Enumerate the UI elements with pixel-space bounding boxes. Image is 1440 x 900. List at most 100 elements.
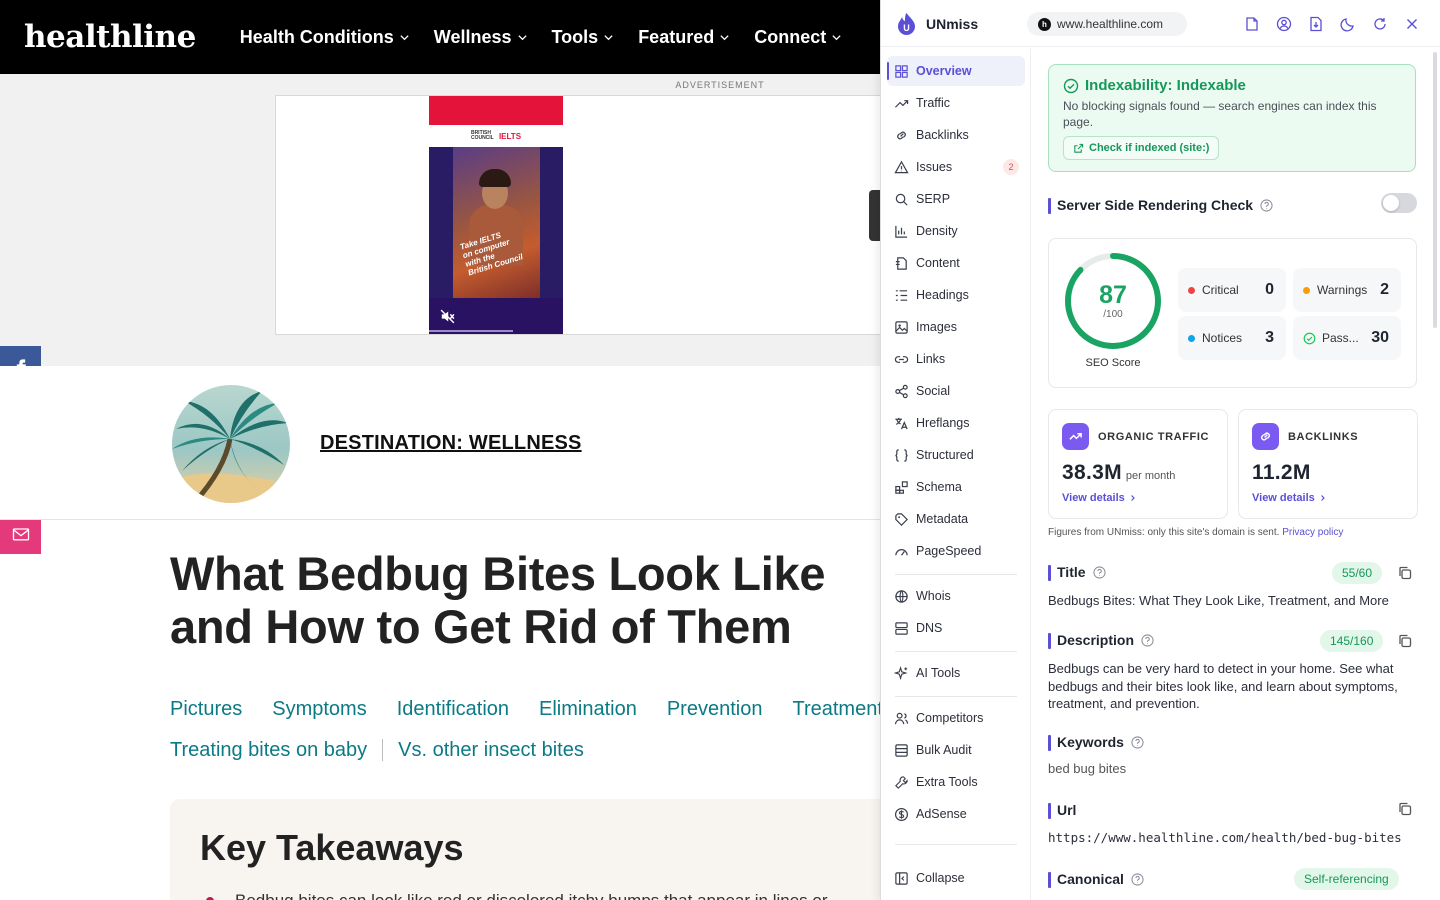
sidebar-item-whois[interactable]: Whois (887, 581, 1025, 611)
stat-critical[interactable]: Critical 0 (1178, 268, 1286, 312)
nav-health-conditions[interactable]: Health Conditions (240, 27, 410, 48)
help-icon[interactable] (1092, 565, 1106, 579)
title-length-badge: 55/60 (1332, 562, 1383, 584)
destination-image[interactable] (172, 385, 290, 503)
details-link-label: View details (1252, 492, 1315, 504)
ad-red-strip (429, 96, 563, 125)
trend-up-icon (1069, 432, 1082, 440)
organic-traffic-details-link[interactable]: View details (1062, 492, 1137, 504)
panel-scrollbar[interactable] (1433, 52, 1437, 328)
sidebar-item-adsense[interactable]: AdSense (887, 799, 1025, 829)
header-actions (1243, 15, 1421, 33)
dark-mode-button[interactable] (1339, 15, 1357, 33)
indexability-status: Indexability: Indexable (1063, 77, 1246, 94)
sidebar-label: AdSense (916, 807, 967, 821)
sidebar-item-competitors[interactable]: Competitors (887, 703, 1025, 733)
unmiss-logo-icon: U (898, 13, 915, 35)
dollar-icon (894, 807, 909, 821)
collapse-icon (895, 871, 908, 885)
toc-link-other-insect-bites[interactable]: Vs. other insect bites (398, 739, 584, 762)
sidebar-item-links[interactable]: Links (887, 344, 1025, 374)
grid-icon (895, 64, 908, 78)
nav-tools[interactable]: Tools (552, 27, 615, 48)
check-indexed-button[interactable]: Check if indexed (site:) (1063, 136, 1220, 160)
toc-link-elimination[interactable]: Elimination (539, 698, 637, 721)
sidebar-label: Competitors (916, 711, 984, 725)
file-download-icon (1310, 16, 1322, 32)
sidebar-item-schema[interactable]: Schema (887, 472, 1025, 502)
sidebar-item-headings[interactable]: Headings (887, 280, 1025, 310)
ad-container (275, 95, 880, 335)
site-logo[interactable]: healthline (24, 19, 196, 55)
sidebar-item-traffic[interactable]: Traffic (887, 88, 1025, 118)
toc-link-treatment[interactable]: Treatment (792, 698, 880, 721)
sidebar-item-serp[interactable]: SERP (887, 184, 1025, 214)
sidebar-item-metadata[interactable]: Metadata (887, 504, 1025, 534)
toc-link-treating-bites-on-baby[interactable]: Treating bites on baby (170, 739, 367, 762)
sidebar-item-structured[interactable]: Structured (887, 440, 1025, 470)
sidebar-label: Metadata (916, 512, 969, 526)
destination-link[interactable]: DESTINATION: WELLNESS (320, 432, 582, 455)
backlinks-details-link[interactable]: View details (1252, 492, 1327, 504)
warnings-dot (1303, 286, 1310, 294)
toc-link-identification[interactable]: Identification (397, 698, 509, 721)
sidebar-item-ai-tools[interactable]: AI Tools (887, 658, 1025, 688)
toc-row: Treating bites on baby Vs. other insect … (170, 737, 880, 763)
backlinks-value: 11.2M (1252, 461, 1311, 484)
refresh-button[interactable] (1371, 15, 1389, 33)
toc-link-symptoms[interactable]: Symptoms (272, 698, 366, 721)
sidebar-item-social[interactable]: Social (887, 376, 1025, 406)
sidebar-item-issues[interactable]: Issues 2 (887, 152, 1025, 182)
sidebar-item-backlinks[interactable]: Backlinks (887, 120, 1025, 150)
organic-traffic-value: 38.3M per month (1062, 461, 1175, 485)
ssr-toggle[interactable] (1381, 193, 1417, 213)
ad-side-tab[interactable] (869, 190, 880, 241)
toc-link-pictures[interactable]: Pictures (170, 698, 242, 721)
warning-icon (894, 160, 909, 173)
help-icon[interactable] (1131, 872, 1144, 886)
sidebar-item-hreflangs[interactable]: Hreflangs (887, 408, 1025, 438)
stat-notices[interactable]: Notices 3 (1178, 316, 1286, 360)
key-takeaways: Key Takeaways Bedbug bites can look like… (170, 799, 880, 900)
privacy-policy-link[interactable]: Privacy policy (1282, 527, 1343, 538)
account-button[interactable] (1275, 15, 1293, 33)
toc-link-prevention[interactable]: Prevention (667, 698, 763, 721)
sidebar-item-density[interactable]: Density (887, 216, 1025, 246)
sidebar-label: Schema (916, 480, 962, 494)
sidebar-item-dns[interactable]: DNS (887, 613, 1025, 643)
help-icon[interactable] (1141, 633, 1154, 647)
seo-score-label: SEO Score (1085, 357, 1141, 369)
ad-brand: BRITISH COUNCIL IELTS (429, 125, 563, 147)
ad-creative[interactable]: BRITISH COUNCIL IELTS Take IELTS on comp… (429, 96, 563, 334)
key-takeaways-title: Key Takeaways (200, 827, 464, 868)
sidebar-item-images[interactable]: Images (887, 312, 1025, 342)
help-icon[interactable] (1131, 735, 1144, 749)
sidebar-item-content[interactable]: Content (887, 248, 1025, 278)
close-button[interactable] (1403, 15, 1421, 33)
help-icon[interactable] (1260, 198, 1273, 212)
sidebar-item-pagespeed[interactable]: PageSpeed (887, 536, 1025, 566)
globe-icon (895, 589, 908, 603)
collapse-sidebar-button[interactable]: Collapse (887, 863, 1025, 893)
sidebar-label: Social (916, 384, 951, 398)
nav-featured[interactable]: Featured (638, 27, 730, 48)
copy-icon[interactable] (1397, 633, 1413, 649)
sidebar-item-overview[interactable]: Overview (887, 56, 1025, 86)
stat-passed[interactable]: Pass... 30 (1293, 316, 1401, 360)
copy-icon[interactable] (1397, 801, 1413, 817)
title-label: Title (1057, 564, 1086, 580)
export-button[interactable] (1307, 15, 1325, 33)
copy-icon[interactable] (1397, 565, 1413, 581)
figures-note-text: Figures from UNmiss: only this site's do… (1048, 527, 1280, 538)
mute-icon[interactable] (439, 308, 456, 325)
nav-connect[interactable]: Connect (754, 27, 842, 48)
nav-wellness[interactable]: Wellness (434, 27, 528, 48)
ad-controls (429, 298, 563, 334)
sidebar-label: Density (916, 224, 958, 238)
report-button[interactable] (1243, 15, 1261, 33)
share-email-button[interactable] (0, 514, 41, 554)
sidebar-item-bulk-audit[interactable]: Bulk Audit (887, 735, 1025, 765)
server-icon (895, 621, 908, 635)
stat-warnings[interactable]: Warnings 2 (1293, 268, 1401, 312)
sidebar-item-extra-tools[interactable]: Extra Tools (887, 767, 1025, 797)
